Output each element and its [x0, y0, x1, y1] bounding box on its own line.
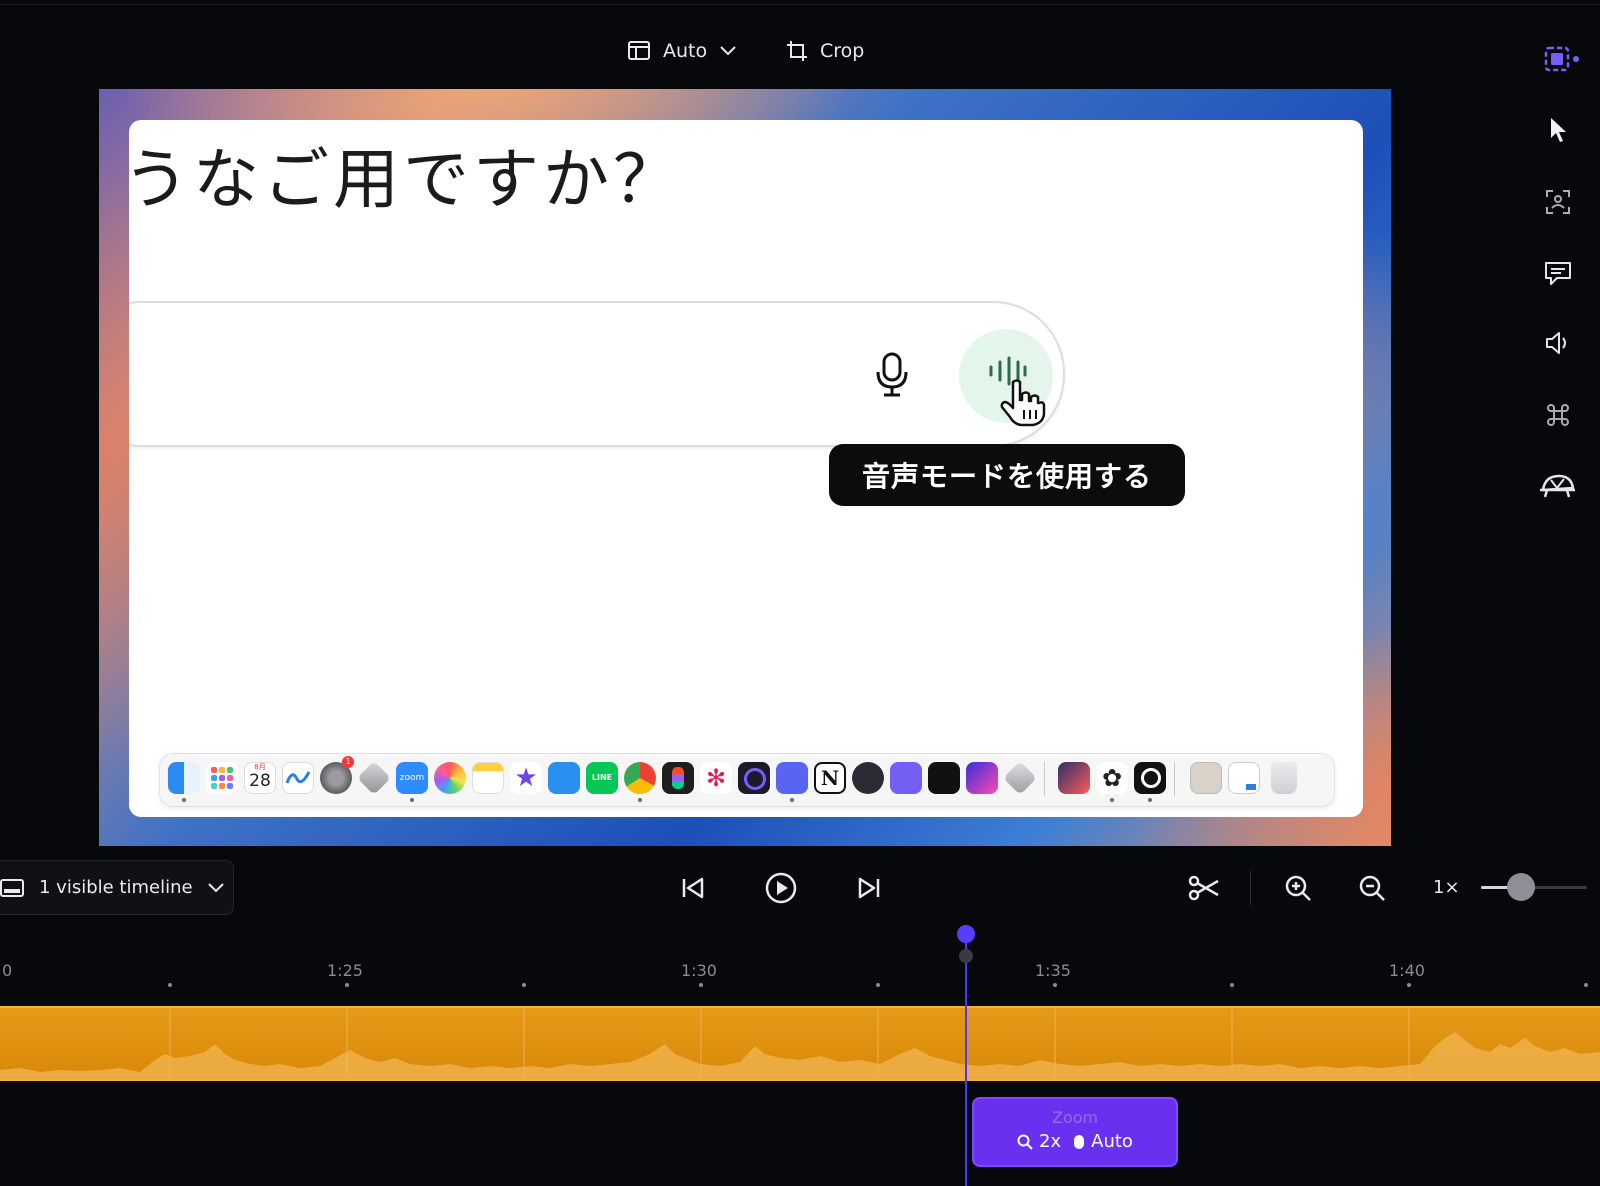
- screen-studio-icon[interactable]: [1134, 762, 1166, 794]
- notes-icon[interactable]: [472, 762, 504, 794]
- ruler-label: 0: [2, 961, 13, 980]
- play-icon[interactable]: [765, 872, 797, 904]
- playhead-marker: [959, 949, 973, 963]
- audio-waveform: [0, 1008, 1600, 1079]
- ruler-tick: [876, 983, 880, 987]
- zoom-scale: 2x: [1039, 1131, 1062, 1152]
- macos-dock: 8月 28 1 zoom ★ LINE ✻ N ✿: [159, 753, 1335, 807]
- speaker-icon[interactable]: [1544, 330, 1572, 356]
- layout-dropdown[interactable]: Auto: [627, 40, 737, 62]
- skip-forward-icon[interactable]: [857, 876, 881, 900]
- calendar-icon[interactable]: 8月 28: [244, 762, 276, 794]
- ruler-tick: [168, 983, 172, 987]
- screen-select-icon[interactable]: [1543, 45, 1581, 73]
- dock-separator: [1044, 762, 1045, 796]
- keynote-icon[interactable]: [548, 762, 580, 794]
- chevron-down-icon: [720, 46, 736, 56]
- chat-input-bar[interactable]: [129, 301, 1065, 447]
- dock-separator: [1174, 762, 1175, 796]
- ruler-label: 1:30: [681, 961, 717, 980]
- skip-back-icon[interactable]: [681, 876, 705, 900]
- playhead-line: [965, 935, 967, 1186]
- toolbar-divider: [1250, 871, 1251, 905]
- preview-app-window: うなご用ですか？ 音声モードを使用する 8月 28 1 zoom ★ LINE …: [129, 120, 1363, 817]
- ruler-tick: [1584, 983, 1588, 987]
- zoom-segment-title: Zoom: [1051, 1108, 1099, 1127]
- finder-icon[interactable]: [168, 762, 200, 794]
- chevron-down-icon: [207, 882, 224, 892]
- crop-icon: [787, 41, 807, 61]
- installer2-icon[interactable]: [1003, 761, 1037, 795]
- layout-dropdown-label: Auto: [663, 40, 708, 62]
- turtle-icon[interactable]: [1537, 470, 1577, 502]
- photos-icon[interactable]: [434, 762, 466, 794]
- figma-icon[interactable]: [662, 762, 694, 794]
- cursor-icon[interactable]: [1548, 116, 1570, 144]
- notion-icon[interactable]: N: [814, 762, 846, 794]
- bloom-app-icon[interactable]: [966, 762, 998, 794]
- calendar-day: 28: [249, 771, 271, 791]
- cube-app-icon[interactable]: [928, 762, 960, 794]
- top-divider: [0, 4, 1600, 5]
- dock-running-dot: [1110, 798, 1114, 802]
- chatgpt-icon[interactable]: ✿: [1096, 762, 1128, 794]
- ruler-tick: [522, 983, 526, 987]
- audio-track[interactable]: [0, 1006, 1600, 1081]
- notification-badge: 1: [342, 756, 354, 768]
- search-icon: [1017, 1134, 1033, 1150]
- launchpad-icon[interactable]: [206, 762, 238, 794]
- installer-icon[interactable]: [357, 761, 391, 795]
- visible-timeline-label: 1 visible timeline: [39, 877, 193, 898]
- dock-running-dot: [410, 798, 414, 802]
- voice-mode-tooltip: 音声モードを使用する: [829, 444, 1185, 506]
- ruler-tick: [1407, 983, 1411, 987]
- chrome-icon[interactable]: [624, 762, 656, 794]
- visible-timeline-dropdown[interactable]: 1 visible timeline: [0, 860, 234, 915]
- dock-running-dot: [182, 798, 186, 802]
- slack-icon[interactable]: ✻: [700, 762, 732, 794]
- hand-cursor-icon: [1000, 379, 1046, 427]
- ruler-label: 1:35: [1035, 961, 1071, 980]
- dock-running-dot: [638, 798, 642, 802]
- ruler-tick: [1230, 983, 1234, 987]
- dock-running-dot: [1148, 798, 1152, 802]
- ruler-tick: [1053, 983, 1057, 987]
- zoom-app-icon[interactable]: zoom: [396, 762, 428, 794]
- trash-icon[interactable]: [1271, 762, 1297, 794]
- obs-icon[interactable]: [852, 762, 884, 794]
- crop-label: Crop: [820, 40, 865, 62]
- zoom-segment[interactable]: Zoom 2x Auto: [972, 1097, 1178, 1167]
- freeform-icon[interactable]: [282, 762, 314, 794]
- zoom-in-icon[interactable]: [1284, 874, 1312, 902]
- face-scan-icon[interactable]: [1544, 188, 1572, 216]
- dock-running-dot: [790, 798, 794, 802]
- monitor-icon: [0, 878, 24, 897]
- discord-icon[interactable]: [776, 762, 808, 794]
- page-heading: うなご用ですか？: [129, 141, 683, 218]
- scissors-icon[interactable]: [1188, 874, 1220, 902]
- zoom-slider-thumb[interactable]: [1507, 873, 1535, 901]
- caption-icon[interactable]: [1543, 259, 1573, 287]
- zoom-out-icon[interactable]: [1358, 874, 1386, 902]
- window-preview-icon[interactable]: [1228, 762, 1260, 794]
- imovie-icon[interactable]: ★: [510, 762, 542, 794]
- zoom-mode: Auto: [1091, 1131, 1133, 1152]
- crop-button[interactable]: Crop: [786, 40, 864, 62]
- ruler-tick: [699, 983, 703, 987]
- photo-preview-icon[interactable]: [1190, 762, 1222, 794]
- arc-browser-icon[interactable]: [738, 762, 770, 794]
- playhead-handle[interactable]: [957, 925, 975, 943]
- command-icon[interactable]: [1544, 401, 1572, 429]
- layers-app-icon[interactable]: [1058, 762, 1090, 794]
- mouse-icon: [1074, 1134, 1085, 1149]
- ruler-label: 1:40: [1389, 961, 1425, 980]
- layout-icon: [628, 41, 650, 60]
- ruler-tick: [345, 983, 349, 987]
- microphone-icon[interactable]: [875, 352, 909, 398]
- ruler-label: 1:25: [327, 961, 363, 980]
- line-app-icon[interactable]: LINE: [586, 762, 618, 794]
- viber-icon[interactable]: [890, 762, 922, 794]
- timeline-scale-label: 1×: [1433, 877, 1460, 898]
